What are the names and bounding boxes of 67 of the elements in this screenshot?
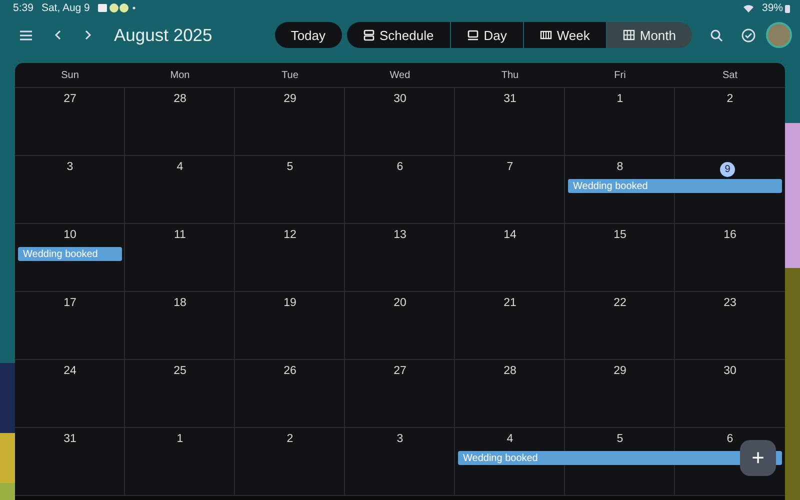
week-view-icon [540, 29, 552, 41]
battery-percent: 39% [762, 2, 783, 14]
date-number[interactable]: 29 [614, 365, 626, 377]
view-tab[interactable]: Week [524, 22, 606, 48]
date-number[interactable]: 6 [396, 161, 404, 173]
date-number[interactable]: 2 [726, 93, 734, 105]
date-number[interactable]: 19 [284, 297, 296, 309]
add-event-button[interactable]: + [740, 440, 776, 476]
date-number[interactable]: 5 [616, 433, 624, 445]
date-number[interactable]: 7 [506, 161, 514, 173]
notification-icons [98, 3, 138, 13]
date-number[interactable]: 18 [174, 297, 186, 309]
weekday-label: Thu [500, 70, 520, 80]
view-tab[interactable]: Day [450, 22, 523, 48]
date-number[interactable]: 25 [174, 365, 186, 377]
date-number[interactable]: 17 [64, 297, 76, 309]
today-button[interactable]: Today [274, 22, 342, 48]
date-number[interactable]: 1 [616, 93, 624, 105]
date-number[interactable]: 10 [64, 229, 76, 241]
view-tab[interactable]: Month [606, 22, 692, 48]
date-number[interactable]: 31 [504, 93, 516, 105]
date-number[interactable]: 30 [724, 365, 736, 377]
status-date: Sat, Aug 9 [41, 2, 90, 14]
date-number[interactable]: 24 [64, 365, 76, 377]
date-number[interactable]: 5 [286, 161, 294, 173]
date-number[interactable]: 4 [506, 433, 514, 445]
date-number[interactable]: 14 [504, 229, 516, 241]
date-number[interactable]: 21 [504, 297, 516, 309]
date-number[interactable]: 29 [284, 93, 296, 105]
today-date-badge[interactable]: 9 [720, 162, 735, 176]
status-time: 5:39 [13, 2, 34, 14]
date-number[interactable]: 4 [176, 161, 184, 173]
date-number[interactable]: 6 [726, 433, 734, 445]
battery-icon [785, 4, 790, 12]
date-number[interactable]: 1 [176, 433, 184, 445]
date-number[interactable]: 30 [394, 93, 406, 105]
date-number[interactable]: 26 [284, 365, 296, 377]
date-number[interactable]: 16 [724, 229, 736, 241]
weekday-label: Sat [721, 70, 738, 80]
wifi-icon [742, 4, 754, 12]
date-number[interactable]: 13 [394, 229, 406, 241]
view-tab[interactable]: Schedule [346, 22, 450, 48]
date-number[interactable]: 28 [504, 365, 516, 377]
date-number[interactable]: 23 [724, 297, 736, 309]
weekday-label: Fri [613, 70, 627, 80]
weekday-label: Mon [169, 70, 191, 80]
date-number[interactable]: 3 [66, 161, 74, 173]
day-view-icon [466, 29, 479, 41]
date-number[interactable]: 27 [64, 93, 76, 105]
date-number[interactable]: 20 [394, 297, 406, 309]
date-number[interactable]: 11 [174, 229, 186, 241]
date-number[interactable]: 2 [286, 433, 294, 445]
date-number[interactable]: 3 [396, 433, 404, 445]
weekday-label: Wed [388, 70, 412, 80]
date-number[interactable]: 12 [284, 229, 296, 241]
date-number[interactable]: 22 [614, 297, 626, 309]
weekday-label: Sun [60, 70, 80, 80]
schedule-view-icon [362, 29, 375, 41]
date-number[interactable]: 28 [174, 93, 186, 105]
month-title: August 2025 [114, 24, 212, 46]
weekday-label: Tue [280, 70, 300, 80]
avatar[interactable] [766, 22, 792, 48]
date-number[interactable]: 8 [616, 161, 624, 173]
date-number[interactable]: 27 [394, 365, 406, 377]
date-number[interactable]: 31 [64, 433, 76, 445]
date-number[interactable]: 15 [614, 229, 626, 241]
month-view-icon [622, 29, 635, 41]
